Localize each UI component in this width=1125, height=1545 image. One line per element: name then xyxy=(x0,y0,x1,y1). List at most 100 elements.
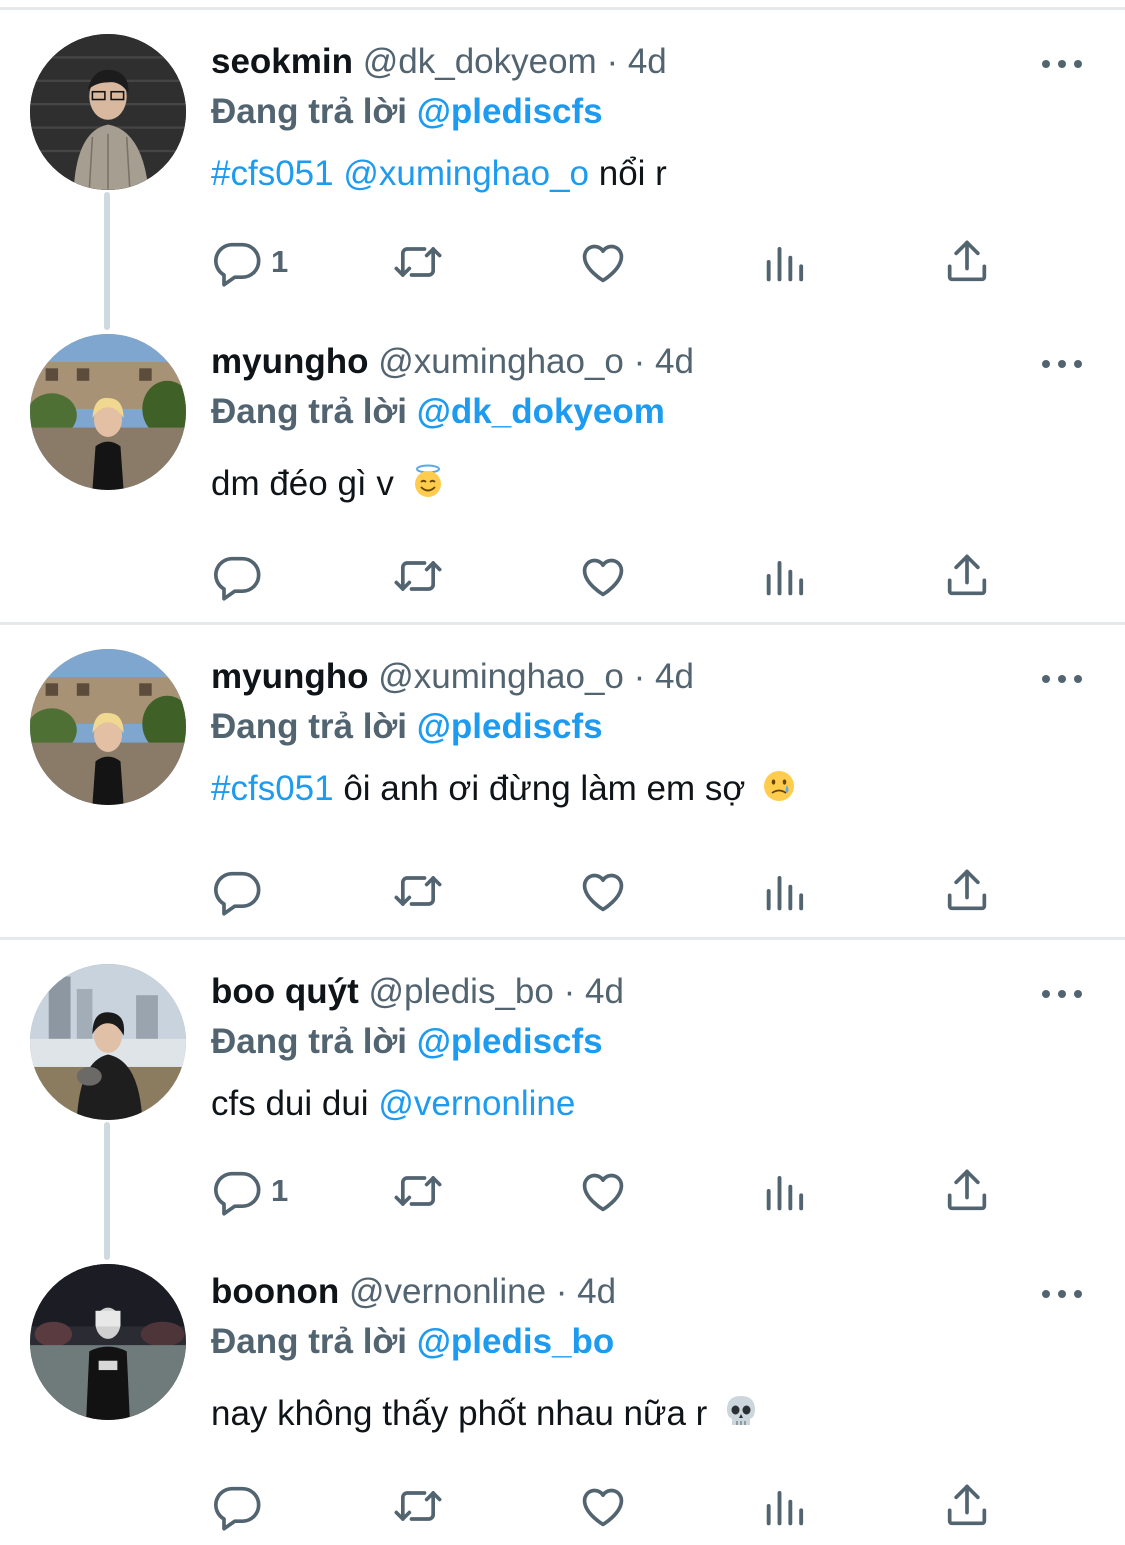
user-handle[interactable]: @pledis_bo xyxy=(368,972,553,1011)
avatar-photo-icon xyxy=(30,1264,186,1420)
avatar-photo-icon xyxy=(30,649,186,805)
like-button[interactable] xyxy=(577,1161,629,1221)
replying-to-label: Đang trả lời xyxy=(211,92,408,131)
avatar[interactable] xyxy=(30,964,186,1120)
display-name[interactable]: myungho xyxy=(211,657,368,696)
tweet[interactable]: boonon @vernonline · 4d Đang trả lời @pl… xyxy=(0,1230,1125,1531)
retweet-icon xyxy=(394,561,442,591)
like-button[interactable] xyxy=(577,1476,629,1536)
avatar[interactable] xyxy=(30,1264,186,1420)
retweet-button[interactable] xyxy=(392,1161,444,1221)
replying-to-mention[interactable]: @pledis_bo xyxy=(417,1322,615,1361)
like-button[interactable] xyxy=(577,232,629,292)
tweet-header: boonon @vernonline · 4d xyxy=(211,1268,616,1316)
more-options-button[interactable] xyxy=(1040,986,1084,1002)
retweet-button[interactable] xyxy=(392,232,444,292)
mention-link[interactable]: @xuminghao_o xyxy=(343,154,589,193)
replying-to-label: Đang trả lời xyxy=(211,1022,408,1061)
tweet[interactable]: myungho @xuminghao_o · 4d Đang trả lời @… xyxy=(0,300,1125,601)
share-button[interactable] xyxy=(941,232,993,292)
analytics-icon xyxy=(766,561,804,596)
more-options-button[interactable] xyxy=(1040,671,1084,687)
reply-button[interactable] xyxy=(211,1476,271,1536)
timestamp[interactable]: 4d xyxy=(628,42,667,81)
replying-to-mention[interactable]: @dk_dokyeom xyxy=(417,392,665,431)
avatar[interactable] xyxy=(30,649,186,805)
separator-dot: · xyxy=(606,42,619,81)
more-options-button[interactable] xyxy=(1040,1286,1084,1302)
tweet-text-body: nay không thấy phốt nhau nữa r xyxy=(211,1394,708,1433)
retweet-button[interactable] xyxy=(392,861,444,921)
views-button[interactable] xyxy=(760,232,812,292)
replying-to-mention[interactable]: @plediscfs xyxy=(417,1022,603,1061)
replying-to-mention[interactable]: @plediscfs xyxy=(417,707,603,746)
more-icon xyxy=(1042,1290,1082,1298)
reply-count: 1 xyxy=(271,1173,289,1208)
display-name[interactable]: myungho xyxy=(211,342,368,381)
like-button[interactable] xyxy=(577,861,629,921)
user-handle[interactable]: @xuminghao_o xyxy=(378,657,624,696)
share-button[interactable] xyxy=(941,1476,993,1536)
views-button[interactable] xyxy=(760,861,812,921)
tweet-actions xyxy=(0,1476,1125,1536)
like-button[interactable] xyxy=(577,546,629,606)
reply-button[interactable]: 1 xyxy=(211,1161,288,1221)
tweet-header: myungho @xuminghao_o · 4d xyxy=(211,338,694,386)
tweet[interactable]: myungho @xuminghao_o · 4d Đang trả lời @… xyxy=(0,615,1125,916)
more-options-button[interactable] xyxy=(1040,356,1084,372)
share-icon xyxy=(947,240,987,282)
hashtag-link[interactable]: #cfs051 xyxy=(211,769,334,808)
views-button[interactable] xyxy=(760,1161,812,1221)
hashtag-link[interactable]: #cfs051 xyxy=(211,154,334,193)
tweet-actions: 1 xyxy=(0,1161,1125,1221)
reply-button[interactable]: 1 xyxy=(211,232,288,292)
heart-icon xyxy=(582,558,624,597)
separator-dot: · xyxy=(563,972,576,1011)
share-button[interactable] xyxy=(941,546,993,606)
heart-icon xyxy=(582,1488,624,1527)
avatar-photo-icon xyxy=(30,334,186,490)
share-icon xyxy=(947,869,987,911)
avatar-photo-icon xyxy=(30,34,186,190)
display-name[interactable]: boonon xyxy=(211,1272,339,1311)
tweet[interactable]: seokmin @dk_dokyeom · 4d Đang trả lời @p… xyxy=(0,0,1125,330)
tweet[interactable]: boo quýt @pledis_bo · 4d Đang trả lời @p… xyxy=(0,930,1125,1260)
reply-icon xyxy=(214,556,261,601)
share-button[interactable] xyxy=(941,1161,993,1221)
tweet-text-body: dm đéo gì v xyxy=(211,464,394,503)
user-handle[interactable]: @xuminghao_o xyxy=(378,342,624,381)
display-name[interactable]: boo quýt xyxy=(211,972,359,1011)
tear-smile-emoji-icon xyxy=(764,771,795,801)
user-handle[interactable]: @dk_dokyeom xyxy=(363,42,597,81)
retweet-button[interactable] xyxy=(392,546,444,606)
views-button[interactable] xyxy=(760,546,812,606)
timestamp[interactable]: 4d xyxy=(577,1272,616,1311)
more-icon xyxy=(1042,675,1082,683)
timestamp[interactable]: 4d xyxy=(655,657,694,696)
timestamp[interactable]: 4d xyxy=(585,972,624,1011)
reply-button[interactable] xyxy=(211,546,271,606)
more-options-button[interactable] xyxy=(1040,56,1084,72)
separator-dot: · xyxy=(555,1272,568,1311)
reply-button[interactable] xyxy=(211,861,271,921)
tweet-header: boo quýt @pledis_bo · 4d xyxy=(211,968,624,1016)
tweet-actions xyxy=(0,546,1125,606)
timestamp[interactable]: 4d xyxy=(655,342,694,381)
tweet-actions xyxy=(0,861,1125,921)
views-button[interactable] xyxy=(760,1476,812,1536)
analytics-icon xyxy=(766,247,804,282)
share-button[interactable] xyxy=(941,861,993,921)
replying-to-mention[interactable]: @plediscfs xyxy=(417,92,603,131)
avatar[interactable] xyxy=(30,34,186,190)
share-icon xyxy=(947,1484,987,1526)
mention-link[interactable]: @vernonline xyxy=(378,1084,575,1123)
avatar[interactable] xyxy=(30,334,186,490)
more-icon xyxy=(1042,990,1082,998)
user-handle[interactable]: @vernonline xyxy=(349,1272,546,1311)
tweet-text-body: nổi r xyxy=(598,154,667,193)
display-name[interactable]: seokmin xyxy=(211,42,353,81)
avatar-photo-icon xyxy=(30,964,186,1120)
reply-icon xyxy=(214,871,261,916)
retweet-button[interactable] xyxy=(392,1476,444,1536)
tweet-text: #cfs051 ôi anh ơi đừng làm em sợ xyxy=(211,765,797,813)
